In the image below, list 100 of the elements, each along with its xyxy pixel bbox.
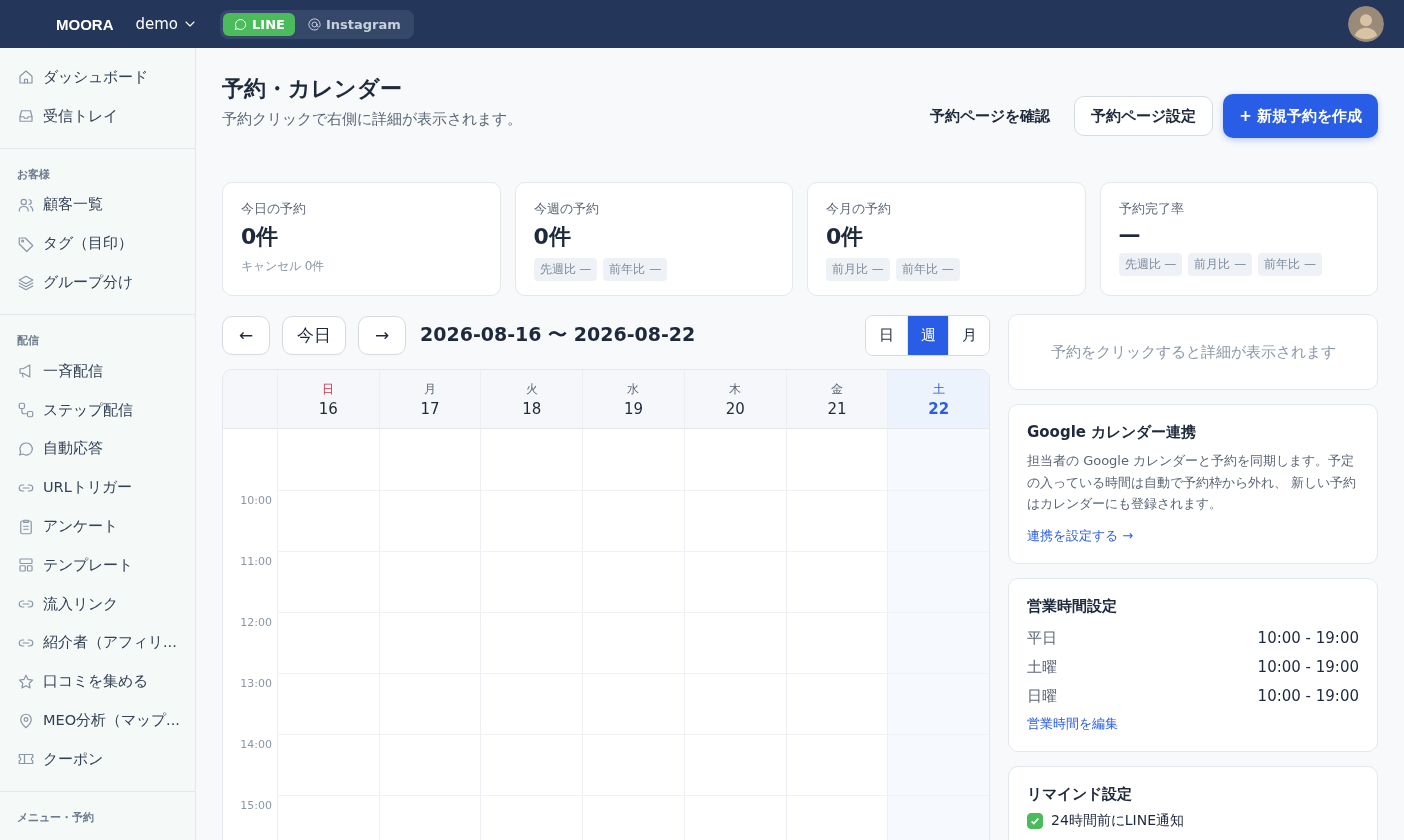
sidebar-item[interactable]: アンケート [0,507,195,546]
comparison-chip: 前月比 — [1188,253,1253,276]
clipboard-icon [17,517,35,536]
time-slot[interactable] [887,429,989,490]
day-header[interactable]: 木 20 [683,370,786,429]
layers-icon [17,273,35,292]
sidebar-item[interactable]: 一斉配信 [0,352,195,391]
time-slot[interactable] [887,612,989,673]
time-slot[interactable] [887,734,989,795]
sidebar-item[interactable]: クーポン [0,739,195,779]
next-button[interactable]: → [358,315,406,355]
sidebar-item[interactable]: 自動応答 [0,429,195,469]
create-button[interactable]: + 新規予約を作成 [1223,94,1378,138]
weekday-label: 月 [424,380,437,398]
card-title: 営業時間設定 [1027,596,1118,616]
weekday-label: 金 [830,380,843,398]
brand-logo: MOORA [56,15,114,33]
time-slot[interactable] [887,490,989,551]
stat-value: 0件 [241,223,280,251]
sidebar-item[interactable]: 顧客一覧 [0,185,195,225]
sidebar-item[interactable]: 紹介者（アフィリ... [0,623,195,663]
stat-label: 今日の予約 [241,200,307,218]
stat-value: — [1118,222,1142,247]
day-header[interactable]: 金 21 [785,370,888,429]
page-title: 予約・カレンダー [222,75,403,103]
sidebar-item[interactable]: タグ（目印） [0,224,195,264]
time-label: 10:00 [240,494,272,507]
date-range: 2026-08-16 〜 2026-08-22 [420,322,696,347]
view-tab[interactable]: 週 [907,315,948,355]
day-header[interactable]: 土 22 [887,370,989,429]
steps-icon [17,401,35,420]
channel-tab[interactable]: Instagram [296,12,411,36]
time-label: 14:00 [240,738,272,751]
today-button[interactable]: 今日 [282,315,346,355]
section-heading: お客様 [16,166,51,183]
view-tab[interactable]: 月 [948,315,989,355]
date-number: 21 [827,399,847,418]
date-number: 20 [725,399,745,418]
checkbox[interactable] [1027,812,1043,829]
weekday-label: 日 [322,380,335,398]
day-header[interactable]: 月 17 [378,370,481,429]
time-slot[interactable] [887,551,989,612]
comparison-chip: 先週比 — [1118,253,1183,276]
sidebar-item[interactable]: ダッシュボード [0,58,195,97]
date-number: 22 [928,399,950,418]
day-type: 日曜 [1027,686,1057,706]
time-slot[interactable] [887,795,989,840]
hours-value: 10:00 - 19:00 [1257,629,1359,647]
day-type: 平日 [1027,628,1057,648]
day-header[interactable]: 火 18 [480,370,583,429]
star-icon [17,672,35,691]
stat-value: 0件 [533,223,572,251]
comparison-chip: 前年比 — [1258,253,1322,276]
sidebar-item[interactable]: テンプレート [0,545,195,585]
time-slot[interactable] [887,673,989,734]
weekday-label: 木 [729,380,742,398]
time-label: 15:00 [240,799,272,812]
avatar [1348,6,1384,42]
date-number: 17 [420,399,440,418]
weekday-label: 水 [627,380,640,398]
previous-button[interactable]: ← [222,315,270,355]
section-heading: 配信 [16,333,40,349]
workspace-switcher[interactable]: demo [135,15,199,33]
comparison-chip: 先週比 — [533,258,598,281]
stat-value: 0件 [826,223,865,251]
time-label: 13:00 [240,677,272,690]
sidebar-item[interactable]: 流入リンク [0,584,195,624]
home-icon [17,68,35,87]
day-type: 土曜 [1027,657,1057,677]
date-number: 18 [522,399,542,418]
preview-link[interactable]: 予約ページを確認 [930,96,1065,136]
check-icon [1030,815,1040,826]
hours-value: 10:00 - 19:00 [1257,687,1359,705]
setup-link[interactable]: 連携を設定する → [1027,526,1134,545]
users-icon [17,196,35,214]
tag-icon [17,234,35,253]
weekday-label: 火 [525,380,538,398]
empty-message: 予約をクリックすると詳細が表示されます [1050,342,1336,362]
settings-button[interactable]: 予約ページ設定 [1074,96,1214,136]
sidebar-item[interactable]: 口コミを集める [0,662,195,702]
date-number: 16 [318,399,338,418]
day-header[interactable]: 水 19 [582,370,684,429]
day-header[interactable]: 日 16 [277,370,379,429]
sidebar-item[interactable]: URLトリガー [0,468,195,508]
time-label: 12:00 [240,616,272,629]
page-subtitle: 予約クリックで右側に詳細が表示されます。 [222,110,522,129]
hours-value: 10:00 - 19:00 [1257,658,1359,676]
sidebar-item[interactable]: 受信トレイ [0,96,195,136]
card-title: Google カレンダー連携 [1027,423,1198,442]
edit-hours-link[interactable]: 営業時間を編集 [1027,714,1118,733]
date-number: 19 [623,399,644,418]
weekday-label: 土 [932,380,945,398]
sidebar-item[interactable]: ステップ配信 [0,390,195,430]
time-label: 11:00 [240,555,272,568]
chat-bubble-icon [233,16,249,32]
template-icon [17,556,35,575]
chat-bubble-icon [17,439,35,458]
stat-note: キャンセル 0件 [241,258,326,275]
sidebar-item[interactable]: グループ分け [0,263,195,302]
sidebar-item[interactable]: MEO分析（マップ... [0,701,195,740]
